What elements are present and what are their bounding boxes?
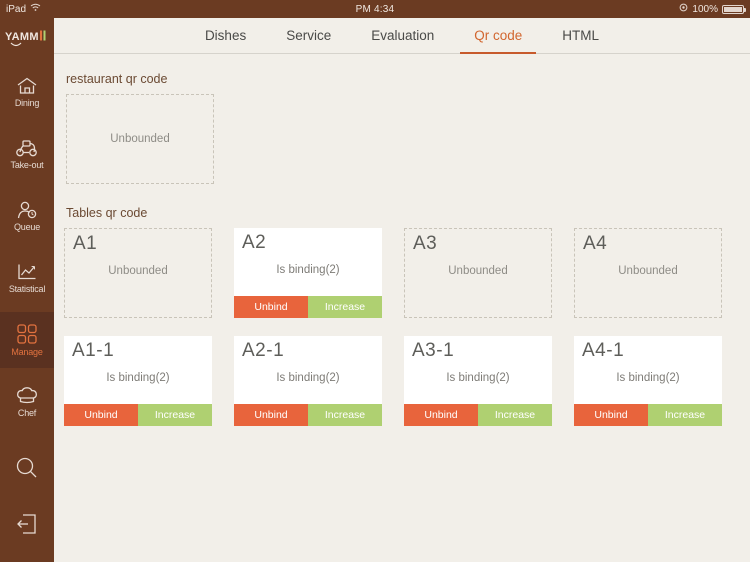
tab-evaluation[interactable]: Evaluation xyxy=(351,18,454,54)
table-card[interactable]: A2 Is binding(2) Unbind Increase xyxy=(234,228,382,318)
sidebar-item-label: Manage xyxy=(11,346,43,357)
table-card-label: A4-1 xyxy=(582,340,625,361)
tab-html[interactable]: HTML xyxy=(542,18,619,54)
table-card-label: A1 xyxy=(73,233,98,254)
tab-label: Evaluation xyxy=(371,28,435,43)
house-icon xyxy=(17,77,37,94)
app-root: iPad PM 4:34 100% YAMM Dining Take-out Q… xyxy=(0,0,750,562)
table-card-status: Unbounded xyxy=(108,265,168,277)
svg-text:YAMM: YAMM xyxy=(5,31,39,43)
table-card-label: A2 xyxy=(242,232,267,253)
table-card[interactable]: A4-1 Is binding(2) Unbind Increase xyxy=(574,336,722,426)
table-card-label: A3-1 xyxy=(412,340,455,361)
sidebar-item-label: Queue xyxy=(13,221,41,232)
tab-label: Dishes xyxy=(204,28,247,43)
battery-icon xyxy=(722,4,746,14)
table-card-actions: Unbind Increase xyxy=(404,404,552,426)
increase-button[interactable]: Increase xyxy=(308,296,382,318)
logout-icon xyxy=(17,514,36,534)
table-card-actions: Unbind Increase xyxy=(234,296,382,318)
tab-bar: Dishes Service Evaluation Qr code HTML xyxy=(54,18,750,54)
sidebar-item-chef[interactable]: Chef xyxy=(0,374,54,430)
status-bar-right: 100% xyxy=(679,3,746,15)
table-card[interactable]: A3 Unbounded xyxy=(404,228,552,318)
table-card-status: Is binding(2) xyxy=(106,372,170,384)
table-card-actions: Unbind Increase xyxy=(64,404,212,426)
tab-qr-code[interactable]: Qr code xyxy=(454,18,542,54)
line-chart-icon xyxy=(18,264,36,279)
unbind-button[interactable]: Unbind xyxy=(234,296,308,318)
tables-row: A1-1 Is binding(2) Unbind Increase A2-1 … xyxy=(64,336,738,426)
logout-button[interactable] xyxy=(0,496,54,552)
increase-button[interactable]: Increase xyxy=(478,404,552,426)
tab-label: HTML xyxy=(562,28,600,43)
unbind-button[interactable]: Unbind xyxy=(404,404,478,426)
sidebar-item-take-out[interactable]: Take-out xyxy=(0,126,54,182)
restaurant-section-title: restaurant qr code xyxy=(66,72,168,86)
sidebar: YAMM Dining Take-out Queue Statistical M… xyxy=(0,18,54,562)
table-card-label: A2-1 xyxy=(242,340,285,361)
table-card[interactable]: A3-1 Is binding(2) Unbind Increase xyxy=(404,336,552,426)
unbind-button[interactable]: Unbind xyxy=(234,404,308,426)
table-card-label: A4 xyxy=(583,233,608,254)
scooter-icon xyxy=(16,139,37,156)
person-clock-icon xyxy=(17,201,37,218)
increase-button[interactable]: Increase xyxy=(138,404,212,426)
sidebar-item-label: Take-out xyxy=(10,159,44,170)
table-card-status: Is binding(2) xyxy=(276,264,340,276)
location-icon xyxy=(679,3,688,15)
status-bar: iPad PM 4:34 100% xyxy=(0,0,750,18)
grid-squares-icon xyxy=(17,323,37,344)
sidebar-item-label: Statistical xyxy=(8,283,46,294)
sidebar-item-manage[interactable]: Manage xyxy=(0,312,54,368)
table-card[interactable]: A1-1 Is binding(2) Unbind Increase xyxy=(64,336,212,426)
table-card-label: A1-1 xyxy=(72,340,115,361)
table-card-status: Unbounded xyxy=(618,265,678,277)
tables-row: A1 Unbounded A2 Is binding(2) Unbind Inc… xyxy=(64,228,738,318)
sidebar-item-queue[interactable]: Queue xyxy=(0,188,54,244)
tables-section-title: Tables qr code xyxy=(66,206,148,220)
table-card[interactable]: A2-1 Is binding(2) Unbind Increase xyxy=(234,336,382,426)
tab-service[interactable]: Service xyxy=(266,18,351,54)
tab-dishes[interactable]: Dishes xyxy=(185,18,266,54)
table-card[interactable]: A4 Unbounded xyxy=(574,228,722,318)
restaurant-qr-card[interactable]: Unbounded xyxy=(66,94,214,184)
table-card-label: A3 xyxy=(413,233,438,254)
sidebar-item-label: Chef xyxy=(17,407,37,418)
table-card-actions: Unbind Increase xyxy=(574,404,722,426)
content-area: restaurant qr code Unbounded Tables qr c… xyxy=(54,54,750,426)
sidebar-bottom-actions xyxy=(0,440,54,552)
app-logo: YAMM xyxy=(0,18,54,58)
unbind-button[interactable]: Unbind xyxy=(574,404,648,426)
table-card-status: Unbounded xyxy=(448,265,508,277)
tab-label: Qr code xyxy=(474,28,523,43)
table-card-actions: Unbind Increase xyxy=(234,404,382,426)
sidebar-item-statistical[interactable]: Statistical xyxy=(0,250,54,306)
increase-button[interactable]: Increase xyxy=(648,404,722,426)
clock: PM 4:34 xyxy=(355,3,395,15)
table-card-status: Is binding(2) xyxy=(446,372,510,384)
restaurant-qr-status: Unbounded xyxy=(110,133,170,145)
battery-percent: 100% xyxy=(692,3,718,15)
chef-hat-icon xyxy=(17,386,37,403)
sidebar-item-dining[interactable]: Dining xyxy=(0,64,54,120)
tab-label: Service xyxy=(286,28,332,43)
search-icon xyxy=(16,457,37,478)
search-button[interactable] xyxy=(0,440,54,496)
table-card-status: Is binding(2) xyxy=(616,372,680,384)
main-panel: Dishes Service Evaluation Qr code HTML r… xyxy=(54,18,750,562)
table-card[interactable]: A1 Unbounded xyxy=(64,228,212,318)
table-card-status: Is binding(2) xyxy=(276,372,340,384)
increase-button[interactable]: Increase xyxy=(308,404,382,426)
unbind-button[interactable]: Unbind xyxy=(64,404,138,426)
sidebar-item-label: Dining xyxy=(14,97,40,108)
